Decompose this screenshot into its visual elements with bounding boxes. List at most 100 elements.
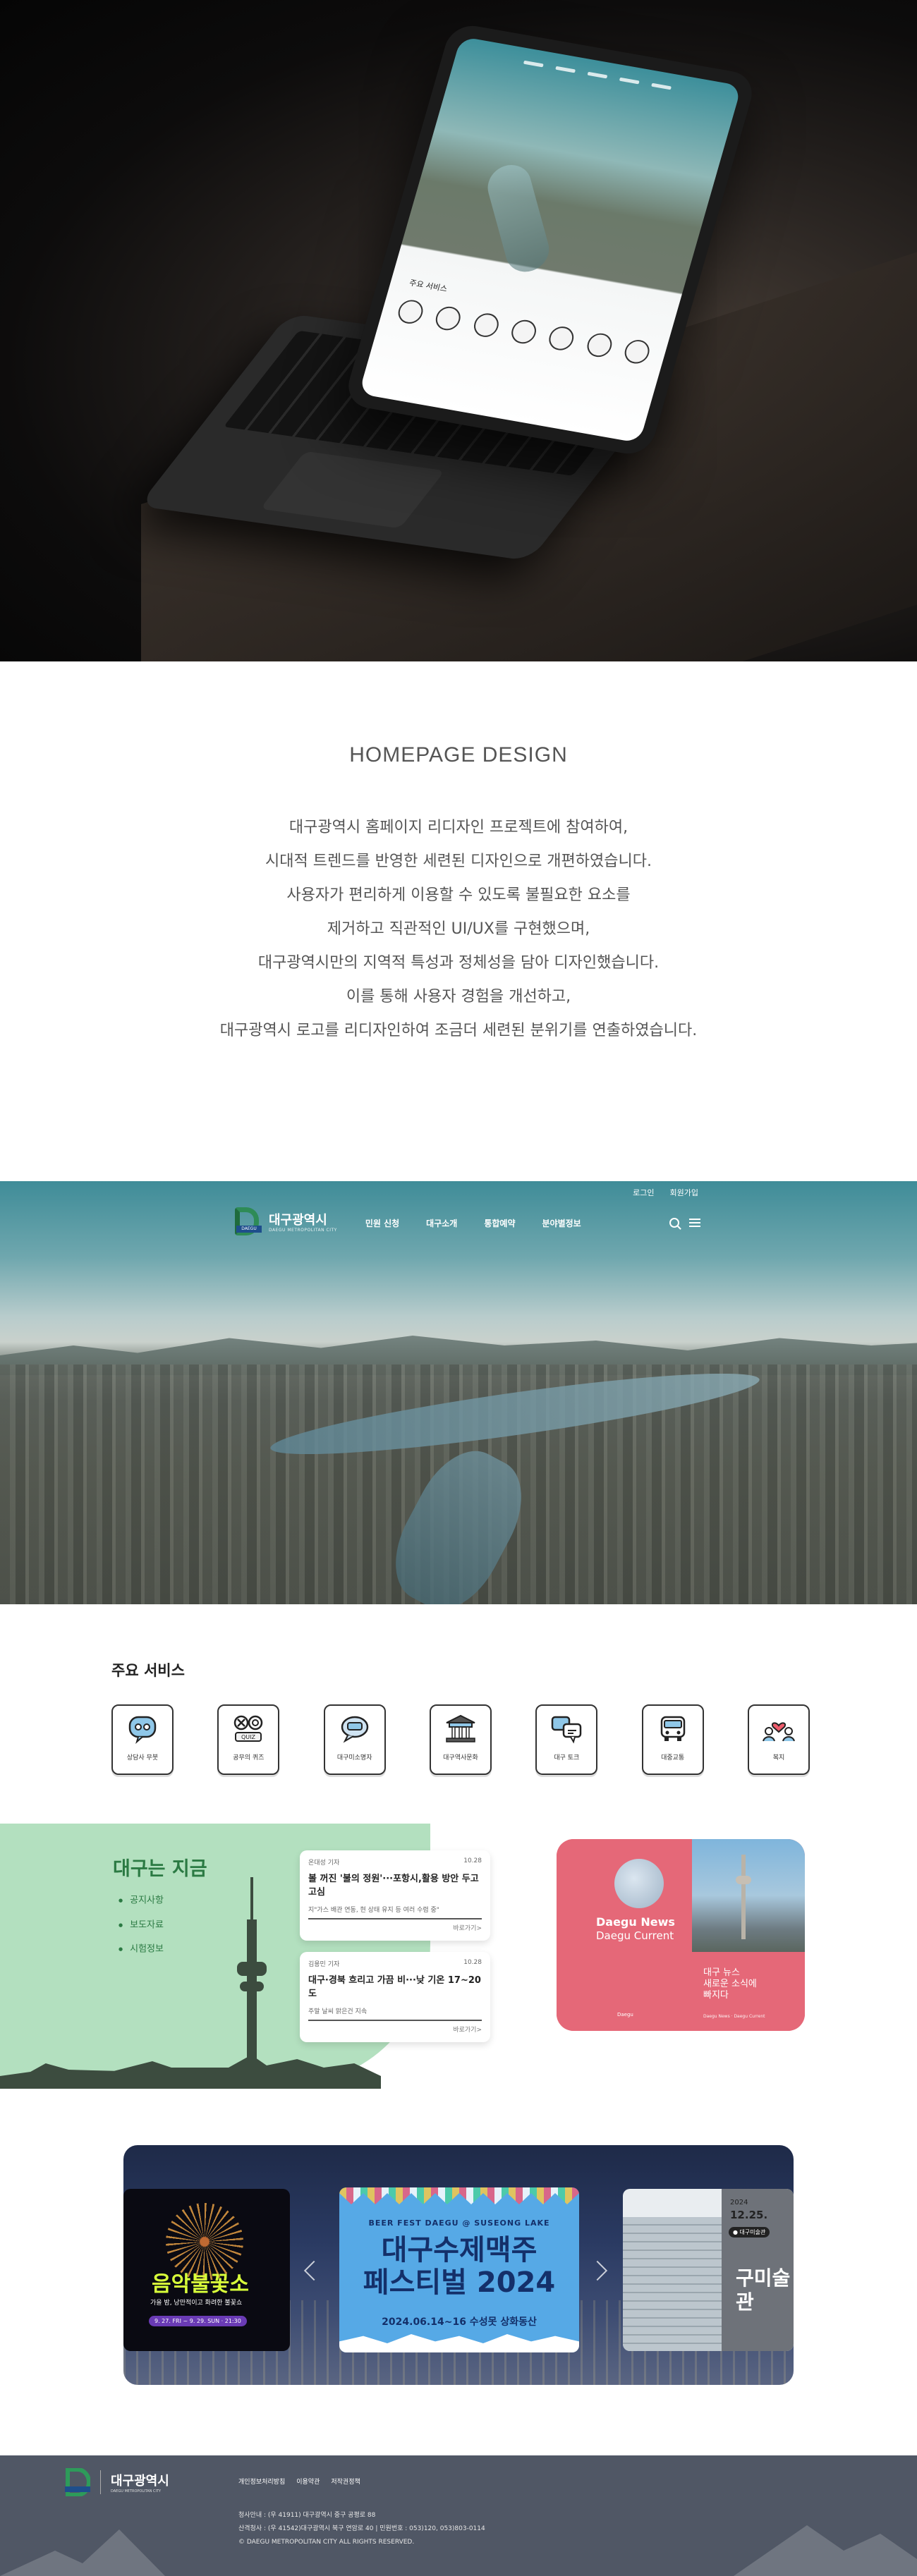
big-text-line: 구미술 — [736, 2266, 791, 2290]
tagline-line: 빠지다 — [703, 1990, 729, 2001]
service-transit[interactable]: 대중교통 — [641, 1704, 704, 1775]
intro-line: 대구광역시 홈페이지 리디자인 프로젝트에 참여하여, — [289, 819, 628, 836]
menu-item-info[interactable]: 분야별정보 — [542, 1217, 581, 1229]
intro-description: 대구광역시 홈페이지 리디자인 프로젝트에 참여하여, 시대적 트렌드를 반영한… — [0, 811, 917, 1048]
service-chatbot[interactable]: 상담사 무붓 — [111, 1704, 174, 1775]
footer-logo[interactable]: 대구광역시 DAEGU METROPOLITAN CITY — [65, 2468, 169, 2496]
screen-river — [482, 159, 554, 278]
service-label: 복지 — [772, 1754, 785, 1762]
slide-date: 12.25. — [730, 2209, 768, 2221]
now-title: 대구는 지금 — [113, 1858, 207, 1880]
intro-line: 제거하고 직관적인 UI/UX를 구현했으며, — [327, 920, 590, 938]
now-link-notice[interactable]: 공지사항 — [119, 1888, 164, 1913]
footer-copyright: © DAEGU METROPOLITAN CITY ALL RIGHTS RES… — [238, 2539, 415, 2546]
service-quiz[interactable]: QUIZ 공무의 퀴즈 — [217, 1704, 280, 1775]
news-date: 10.28 — [463, 1857, 482, 1864]
menu: 민원 신청 대구소개 통합예약 분야별정보 — [365, 1217, 581, 1229]
daegu-news-tagline: 대구 뉴스 새로운 소식에 빠지다 Daegu News · Daegu Cur… — [692, 1952, 805, 2031]
screen-service-icons — [395, 298, 652, 366]
intro-line: 사용자가 편리하게 이용할 수 있도록 불필요한 요소를 — [286, 886, 631, 904]
news-source: 김용민 기자 — [308, 1961, 340, 1968]
screen-nav — [454, 49, 738, 111]
slide-headline: 대구수제맥주 페스티벌 2024 — [339, 2234, 579, 2299]
tagline-line: 새로운 소식에 — [703, 1979, 757, 1989]
logo-mark-icon — [65, 2468, 90, 2496]
service-label: 대구 토크 — [554, 1754, 580, 1762]
news-title: 대구·경북 흐리고 가끔 비···낮 기온 17~20도 — [308, 1975, 481, 1999]
news-body: 주말 날씨 맑은건 지속 — [308, 2006, 482, 2021]
site-footer: 대구광역시 DAEGU METROPOLITAN CITY 개인정보처리방침 이… — [0, 2455, 917, 2576]
intro-line: 시대적 트렌드를 반영한 세련된 디자인으로 개편하였습니다. — [265, 853, 652, 870]
svg-text:QUIZ: QUIZ — [241, 1734, 256, 1740]
hamburger-menu-icon[interactable] — [689, 1219, 700, 1227]
daegu-news-logo: Daegu — [617, 2012, 633, 2018]
daegu-now-section: 대구는 지금 공지사항 보도자료 시험정보 온대성 기자 10.28 볼 꺼진 '… — [0, 1824, 490, 2092]
services-list: 상담사 무붓 QUIZ 공무의 퀴즈 대구미소명자 대구역사문화 대구 토크 대… — [111, 1704, 810, 1775]
service-history[interactable]: 대구역사문화 — [429, 1704, 492, 1775]
event-banner-slider: 음악불꽃소 가을 밤, 낭만적이고 화려한 불꽃쇼 9. 27. FRI ~ 9… — [123, 2145, 794, 2385]
slider-prev-icon[interactable] — [303, 2260, 324, 2281]
service-label: 대중교통 — [661, 1754, 685, 1762]
headline-line: 대구수제맥주 — [381, 2234, 538, 2266]
search-icon[interactable] — [669, 1218, 679, 1228]
copyright-policy-link[interactable]: 저작권정책 — [331, 2477, 360, 2486]
menu-item-about[interactable]: 대구소개 — [426, 1217, 457, 1229]
news-card[interactable]: 김용민 기자 10.28 대구·경북 흐리고 가끔 비···낮 기온 17~20도… — [300, 1952, 490, 2042]
quiz-icon: QUIZ — [234, 1715, 263, 1742]
slide-place: ● 대구미술관 — [729, 2227, 770, 2238]
logo-name: 대구광역시 — [269, 1212, 327, 1228]
now-link-exam[interactable]: 시험정보 — [119, 1937, 164, 1962]
intro-line: 이를 통해 사용자 경험을 개선하고, — [346, 988, 571, 1006]
now-links: 공지사항 보도자료 시험정보 — [119, 1888, 164, 1962]
service-label: 대구역사문화 — [443, 1754, 478, 1762]
slide-date: 9. 27. FRI ~ 9. 29. SUN · 21:30 — [149, 2316, 247, 2326]
bunting-flags — [339, 2187, 579, 2204]
daegu-tower-photo — [692, 1839, 805, 1952]
news-globe-icon — [614, 1859, 664, 1908]
skyline-ground — [0, 2055, 381, 2089]
service-talk[interactable]: 대구 토크 — [535, 1704, 598, 1775]
login-link[interactable]: 로그인 — [633, 1187, 654, 1198]
logo-subtitle: DAEGU METROPOLITAN CITY — [269, 1227, 337, 1233]
slide-year: 2024 — [730, 2199, 748, 2206]
tower-icon — [237, 1877, 267, 2061]
daegu-news-footer: Daegu News · Daegu Current — [703, 2014, 765, 2019]
now-link-press[interactable]: 보도자료 — [119, 1913, 164, 1938]
privacy-policy-link[interactable]: 개인정보처리방침 — [238, 2477, 285, 2486]
service-label: 대구미소명자 — [336, 1754, 372, 1762]
signup-link[interactable]: 회원가입 — [670, 1187, 698, 1198]
slide-art-museum[interactable]: 2024 12.25. ● 대구미술관 구미술 관 — [623, 2189, 794, 2351]
slide-beer-festival[interactable]: BEER FEST DAEGU @ SUSEONG LAKE 대구수제맥주 페스… — [339, 2187, 579, 2352]
service-smile[interactable]: 대구미소명자 — [323, 1704, 386, 1775]
slide-title: 음악불꽃소 — [152, 2272, 249, 2297]
service-welfare[interactable]: 복지 — [747, 1704, 810, 1775]
footer-address: 산격청사 : (우 41542)대구광역시 북구 연암로 40 | 민원번호 :… — [238, 2525, 485, 2532]
service-label: 상담사 무붓 — [126, 1754, 159, 1762]
menu-item-reservation[interactable]: 통합예약 — [484, 1217, 515, 1229]
news-card[interactable]: 온대성 기자 10.28 볼 꺼진 '불의 정원'···포항시,활용 방안 두고 … — [300, 1850, 490, 1941]
site-logo[interactable]: DAEGU 대구광역시 DAEGU METROPOLITAN CITY — [235, 1207, 337, 1238]
news-more-link[interactable]: 바로가기> — [308, 1923, 482, 1932]
terms-link[interactable]: 이용약관 — [296, 2477, 320, 2486]
utility-links: 로그인 회원가입 — [633, 1187, 698, 1198]
slide-fireworks[interactable]: 음악불꽃소 가을 밤, 낭만적이고 화려한 불꽃쇼 9. 27. FRI ~ 9… — [123, 2189, 290, 2351]
news-source: 온대성 기자 — [308, 1860, 340, 1867]
slide-big-text: 구미술 관 — [736, 2266, 790, 2314]
intro-heading: HOMEPAGE DESIGN — [349, 743, 568, 767]
temple-icon — [446, 1714, 475, 1742]
news-more-link[interactable]: 바로가기> — [308, 2025, 482, 2034]
footer-address: 청사안내 : (우 41911) 대구광역시 중구 공평로 88 — [238, 2512, 376, 2519]
slide-eyebrow: BEER FEST DAEGU @ SUSEONG LAKE — [368, 2218, 550, 2228]
site-hero: 로그인 회원가입 DAEGU 대구광역시 DAEGU METROPOLITAN … — [0, 1181, 917, 1604]
logo-mark-icon: DAEGU — [235, 1207, 263, 1238]
menu-item-civil-service[interactable]: 민원 신청 — [365, 1217, 399, 1229]
beer-foam — [339, 2334, 579, 2352]
daegu-news-card[interactable]: Daegu News Daegu Current Daegu 대구 뉴스 새로운… — [557, 1839, 805, 2031]
intro-section: HOMEPAGE DESIGN 대구광역시 홈페이지 리디자인 프로젝트에 참여… — [0, 743, 917, 1048]
footer-links: 개인정보처리방침 이용약관 저작권정책 — [238, 2477, 360, 2486]
headline-line: 페스티벌 2024 — [363, 2266, 556, 2299]
chat-robot-icon — [128, 1716, 157, 1744]
main-navigation: DAEGU 대구광역시 DAEGU METROPOLITAN CITY 민원 신… — [235, 1205, 700, 1240]
slider-next-icon[interactable] — [587, 2260, 608, 2281]
news-body: 지"가스 배관 연동, 현 상태 유지 등 여러 수렴 중" — [308, 1905, 482, 1919]
